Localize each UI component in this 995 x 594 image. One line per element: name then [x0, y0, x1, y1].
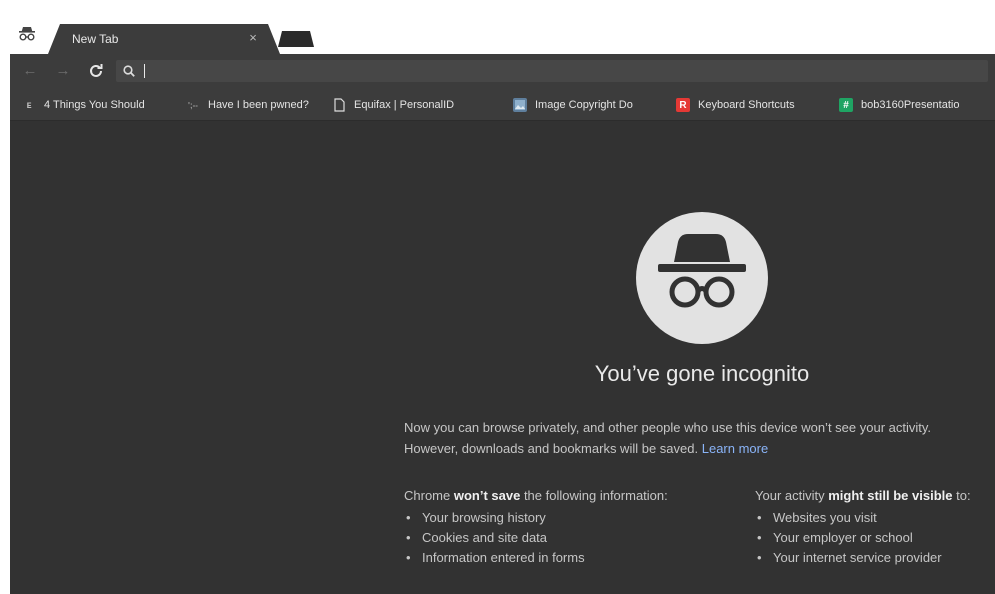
- incognito-page: You’ve gone incognito Now you can browse…: [10, 121, 995, 594]
- new-tab-button[interactable]: [278, 31, 314, 47]
- sheets-icon: #: [839, 98, 853, 112]
- wont-save-list: Your browsing history Cookies and site d…: [404, 508, 744, 568]
- omnibox-input[interactable]: [140, 62, 960, 80]
- heading-bold: won’t save: [453, 488, 521, 503]
- incognito-icon: [18, 24, 36, 44]
- list-item: Your internet service provider: [757, 548, 995, 568]
- image-icon: [513, 98, 527, 112]
- bookmarks-bar: ᴇ 4 Things You Should ';-- Have I been p…: [10, 90, 995, 121]
- bookmark-item[interactable]: Equifax | PersonalID: [332, 97, 497, 113]
- still-visible-list: Websites you visit Your employer or scho…: [755, 508, 995, 568]
- heading-text: Chrome: [404, 488, 454, 503]
- heading-text: the following information:: [520, 488, 668, 503]
- page-icon: [332, 98, 346, 112]
- bookmark-item[interactable]: R Keyboard Shortcuts: [676, 97, 826, 113]
- list-item: Websites you visit: [757, 508, 995, 528]
- back-icon[interactable]: ←: [20, 61, 40, 81]
- still-visible-section: Your activity might still be visible to:…: [755, 486, 995, 568]
- list-item: Cookies and site data: [406, 528, 744, 548]
- bookmark-label: Image Copyright Do: [535, 99, 633, 111]
- letter-e-icon: ᴇ: [26, 99, 32, 111]
- search-icon: [122, 64, 136, 78]
- bookmark-label: Equifax | PersonalID: [354, 99, 455, 111]
- address-bar[interactable]: [116, 60, 988, 82]
- pdf-icon: R: [676, 98, 690, 112]
- heading-bold: might still be visible: [828, 488, 953, 503]
- toolbar: ← →: [10, 54, 995, 90]
- list-item: Information entered in forms: [406, 548, 744, 568]
- heading-text: to:: [952, 488, 971, 503]
- intro-text: Now you can browse privately, and other …: [404, 417, 984, 459]
- list-item: Your employer or school: [757, 528, 995, 548]
- close-tab-icon[interactable]: ×: [246, 30, 260, 45]
- tab-new-tab[interactable]: New Tab ×: [48, 24, 280, 54]
- browser-window: New Tab × ← → ᴇ 4 Things You Should ';--…: [0, 0, 995, 594]
- bookmark-label: 4 Things You Should: [44, 99, 145, 111]
- tab-title: New Tab: [72, 32, 119, 46]
- dashes-icon: ';--: [188, 100, 198, 110]
- learn-more-link[interactable]: Learn more: [702, 441, 768, 456]
- incognito-avatar-icon: [636, 212, 768, 344]
- bookmark-item[interactable]: ᴇ 4 Things You Should: [22, 97, 172, 113]
- window-edge: [0, 0, 10, 594]
- wont-save-heading: Chrome won’t save the following informat…: [404, 486, 744, 506]
- tab-strip: New Tab ×: [10, 0, 995, 54]
- list-item: Your browsing history: [406, 508, 744, 528]
- bookmark-label: Keyboard Shortcuts: [698, 99, 795, 111]
- bookmark-item[interactable]: # bob3160Presentatio: [839, 97, 995, 113]
- forward-icon[interactable]: →: [53, 61, 73, 81]
- wont-save-section: Chrome won’t save the following informat…: [404, 486, 744, 568]
- text-caret: [144, 64, 145, 78]
- bookmark-item[interactable]: ';-- Have I been pwned?: [186, 97, 326, 113]
- intro-body: Now you can browse privately, and other …: [404, 420, 932, 456]
- page-title: You’ve gone incognito: [594, 361, 810, 386]
- heading-text: Your activity: [755, 488, 829, 503]
- still-visible-heading: Your activity might still be visible to:: [755, 486, 995, 506]
- reload-icon[interactable]: [86, 61, 106, 81]
- bookmark-item[interactable]: Image Copyright Do: [513, 97, 663, 113]
- bookmark-label: Have I been pwned?: [208, 99, 309, 111]
- bookmark-label: bob3160Presentatio: [861, 99, 960, 111]
